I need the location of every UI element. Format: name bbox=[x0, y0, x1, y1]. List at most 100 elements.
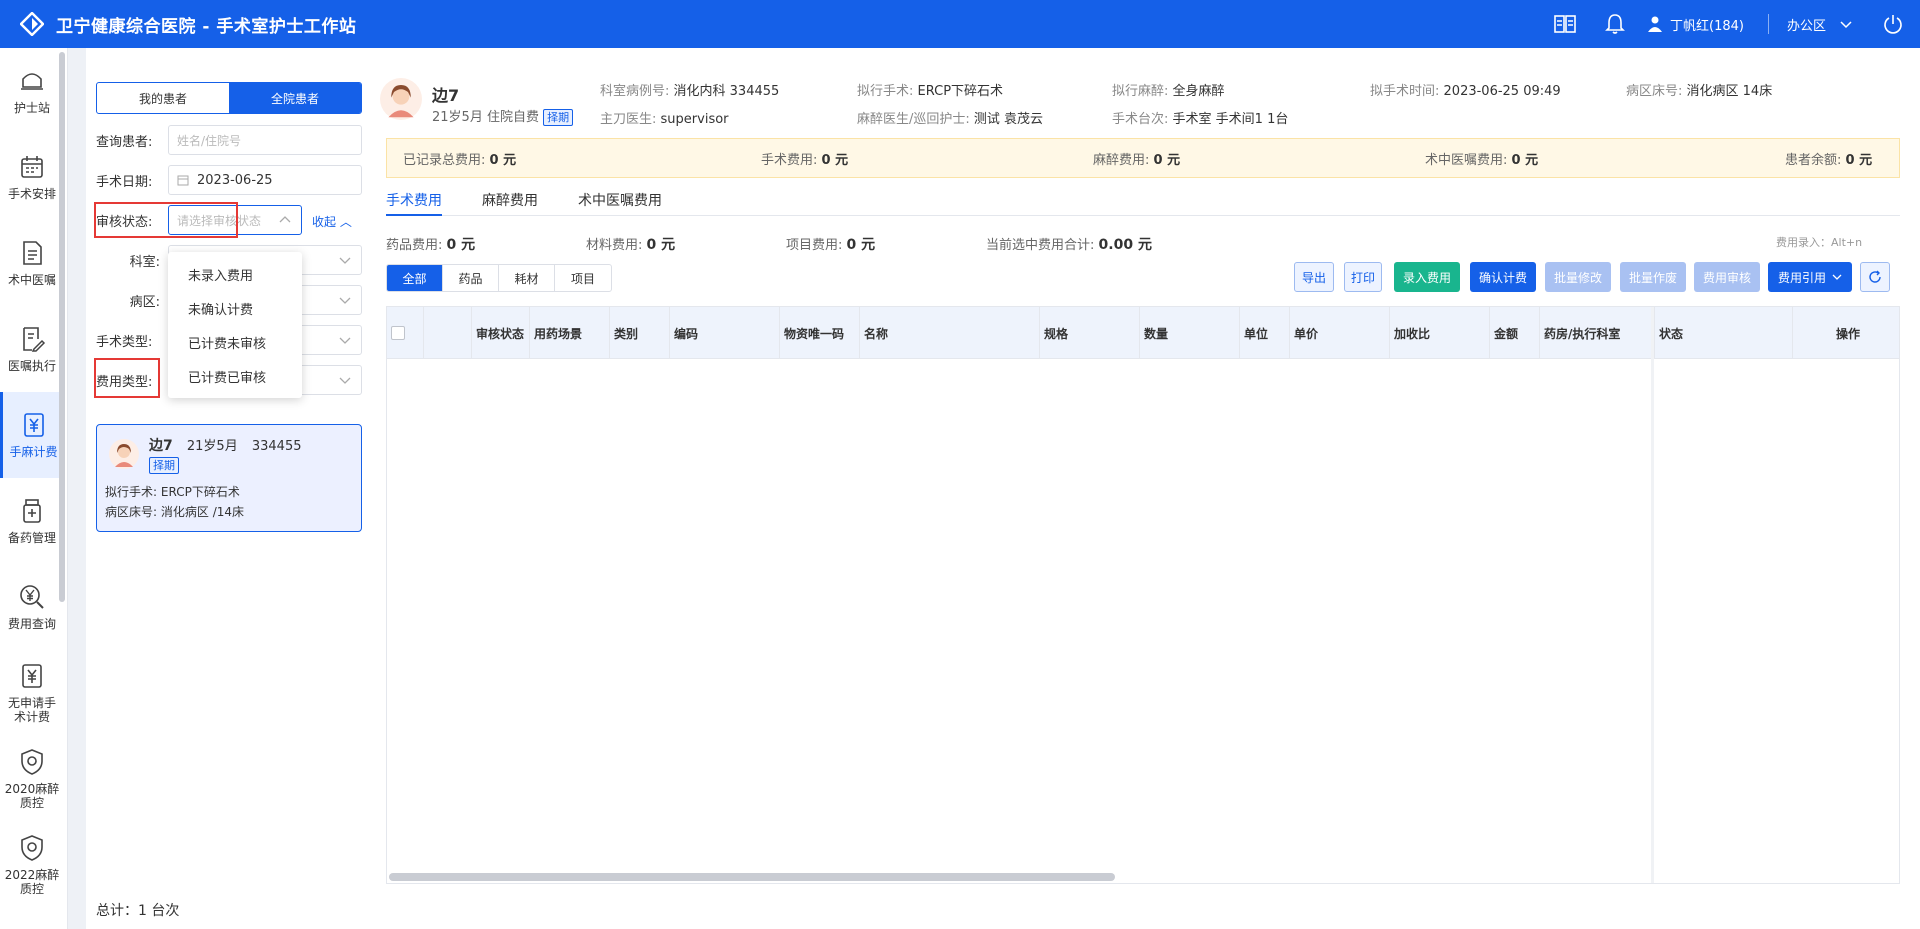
audit-option[interactable]: 未录入费用 bbox=[168, 260, 302, 294]
date-value: 2023-06-25 bbox=[197, 172, 273, 188]
tab-surgery-fee[interactable]: 手术费用 bbox=[386, 190, 442, 210]
fee-anesthesia: 麻醉费用: 0 元 bbox=[1093, 152, 1181, 168]
category-filter: 全部 药品 耗材 项目 bbox=[386, 264, 612, 292]
medicine-icon bbox=[23, 499, 41, 523]
print-button[interactable]: 打印 bbox=[1344, 262, 1382, 292]
op-label: 拟行手术: bbox=[105, 485, 158, 499]
patient-card-age: 21岁5月 bbox=[186, 439, 238, 454]
sum-selected: 当前选中费用合计: 0.00 元 bbox=[986, 237, 1152, 253]
nav-label: 无申请手术计费 bbox=[7, 696, 56, 724]
tab-all-patients[interactable]: 全院患者 bbox=[229, 83, 361, 113]
op-value: ERCP下碎石术 bbox=[160, 485, 240, 499]
chevron-down-icon[interactable] bbox=[1840, 18, 1852, 30]
fee-audit-button[interactable]: 费用审核 bbox=[1694, 262, 1760, 292]
left-nav: 护士站 手术安排 术中医嘱 医嘱执行 手麻计费 备药管理 费用查询 无申请手术计… bbox=[0, 48, 68, 929]
field-case-no: 科室病例号: 消化内科 334455 bbox=[600, 84, 780, 99]
audit-status-dropdown: 未录入费用 未确认计费 已计费未审核 已计费已审核 bbox=[168, 252, 302, 398]
audit-option[interactable]: 已计费已审核 bbox=[168, 362, 302, 396]
enter-fee-button[interactable]: 录入费用 bbox=[1394, 262, 1460, 292]
nav-item-no-request-billing[interactable]: 无申请手术计费 bbox=[0, 650, 64, 736]
table-horizontal-scrollbar[interactable] bbox=[389, 873, 1115, 881]
audit-option[interactable]: 已计费未审核 bbox=[168, 328, 302, 362]
confirm-billing-button[interactable]: 确认计费 bbox=[1470, 262, 1536, 292]
batch-void-button[interactable]: 批量作废 bbox=[1620, 262, 1686, 292]
nav-item-anesthesia-billing[interactable]: 手麻计费 bbox=[0, 392, 64, 478]
ward-label: 病区: bbox=[129, 294, 160, 310]
yuan-doc-icon bbox=[22, 664, 42, 688]
col-unique-code: 物资唯一码 bbox=[779, 307, 859, 359]
surgery-date-picker[interactable]: 2023-06-25 bbox=[168, 165, 362, 195]
audit-option[interactable]: 未确认计费 bbox=[168, 294, 302, 328]
nav-label: 备药管理 bbox=[7, 531, 56, 545]
fee-reference-button[interactable]: 费用引用 bbox=[1768, 262, 1852, 292]
nav-item-medicine-management[interactable]: 备药管理 bbox=[0, 478, 64, 564]
fixed-column-divider bbox=[1651, 307, 1654, 883]
patient-scope-tabs: 我的患者 全院患者 bbox=[96, 82, 362, 114]
total-count: 总计：1 台次 bbox=[96, 903, 180, 919]
header-divider bbox=[1767, 14, 1769, 34]
patient-card-name: 边7 bbox=[149, 438, 173, 454]
nav-item-surgery-schedule[interactable]: 手术安排 bbox=[0, 134, 64, 220]
filter-all[interactable]: 全部 bbox=[387, 265, 443, 291]
nav-label: 护士站 bbox=[13, 101, 50, 115]
field-anesthetist-nurse: 麻醉医生/巡回护士: 测试 袁茂云 bbox=[857, 112, 1044, 127]
collapse-link[interactable]: 收起 ︿ bbox=[312, 213, 352, 230]
user-menu[interactable]: 丁帆红(184) bbox=[1648, 15, 1744, 34]
filter-consumable[interactable]: 耗材 bbox=[499, 265, 555, 291]
field-surgeon: 主刀医生: supervisor bbox=[600, 112, 729, 127]
power-icon[interactable] bbox=[1882, 13, 1904, 35]
col-pharmacy: 药房/执行科室 bbox=[1539, 307, 1653, 359]
query-label: 查询患者: bbox=[96, 134, 153, 150]
refresh-button[interactable] bbox=[1860, 262, 1890, 292]
col-price: 单价 bbox=[1289, 307, 1389, 359]
fee-type-highlight-box bbox=[94, 358, 160, 398]
yuan-search-icon bbox=[20, 585, 44, 609]
patient-card-title: 边7 21岁5月 334455 bbox=[149, 435, 302, 455]
filter-drug[interactable]: 药品 bbox=[443, 265, 499, 291]
op-type-label: 手术类型: bbox=[96, 334, 153, 350]
select-all-checkbox[interactable] bbox=[391, 326, 405, 340]
nav-item-fee-query[interactable]: 费用查询 bbox=[0, 564, 64, 650]
elective-badge: 择期 bbox=[149, 457, 179, 474]
batch-edit-button[interactable]: 批量修改 bbox=[1545, 262, 1611, 292]
nav-item-qc-2020[interactable]: 2020麻醉质控 bbox=[0, 736, 64, 822]
fee-reference-label: 费用引用 bbox=[1777, 270, 1826, 285]
col-spec: 规格 bbox=[1039, 307, 1139, 359]
field-planned-time: 拟手术时间: 2023-06-25 09:49 bbox=[1370, 84, 1561, 99]
patient-card[interactable]: 边7 21岁5月 334455 择期 拟行手术: ERCP下碎石术 病区床号: … bbox=[96, 424, 362, 532]
nav-item-intraop-orders[interactable]: 术中医嘱 bbox=[0, 220, 64, 306]
filter-item[interactable]: 项目 bbox=[555, 265, 611, 291]
shortcut-hint: 费用录入：Alt+n bbox=[1776, 236, 1863, 249]
field-op-slot: 手术台次: 手术室 手术间1 1台 bbox=[1112, 112, 1289, 127]
col-surcharge: 加收比 bbox=[1389, 307, 1489, 359]
nav-scrollbar[interactable] bbox=[59, 52, 65, 602]
book-icon[interactable] bbox=[1554, 13, 1576, 35]
patient-header: 边7 21岁5月 住院自费 择期 科室病例号: 消化内科 334455 拟行手术… bbox=[376, 48, 1920, 136]
sum-drug: 药品费用: 0 元 bbox=[386, 237, 476, 253]
tab-intraop-order-fee[interactable]: 术中医嘱费用 bbox=[578, 190, 662, 210]
field-planned-op: 拟行手术: ERCP下碎石术 bbox=[857, 84, 1004, 99]
chevron-down-icon bbox=[339, 377, 351, 384]
export-button[interactable]: 导出 bbox=[1294, 262, 1334, 292]
patient-card-id: 334455 bbox=[251, 439, 302, 454]
edit-doc-icon bbox=[23, 327, 46, 352]
nav-item-qc-2022[interactable]: 2022麻醉质控 bbox=[0, 822, 64, 908]
avatar bbox=[109, 439, 139, 469]
col-code: 编码 bbox=[669, 307, 779, 359]
user-name: 丁帆红(184) bbox=[1670, 18, 1744, 34]
nav-item-order-execution[interactable]: 医嘱执行 bbox=[0, 306, 64, 392]
nav-item-nurse-station[interactable]: 护士站 bbox=[0, 48, 64, 134]
elective-badge: 择期 bbox=[543, 109, 574, 126]
office-select[interactable]: 办公区 bbox=[1787, 15, 1826, 34]
patient-search-input[interactable]: 姓名/住院号 bbox=[168, 125, 362, 155]
tab-my-patients[interactable]: 我的患者 bbox=[97, 83, 229, 113]
nav-label: 术中医嘱 bbox=[7, 273, 56, 287]
logo-icon bbox=[20, 12, 44, 36]
tab-anesthesia-fee[interactable]: 麻醉费用 bbox=[482, 190, 538, 210]
date-label: 手术日期: bbox=[96, 174, 153, 190]
col-name: 名称 bbox=[859, 307, 1039, 359]
patient-age-insurance: 21岁5月 住院自费 bbox=[432, 110, 539, 125]
bell-icon[interactable] bbox=[1604, 13, 1626, 35]
fee-balance: 患者余额: 0 元 bbox=[1785, 152, 1873, 168]
col-audit-status: 审核状态 bbox=[471, 307, 529, 359]
